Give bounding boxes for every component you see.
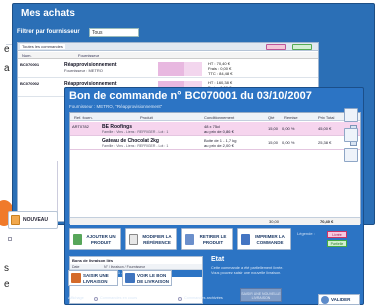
achats-window-title: Mes achats: [21, 8, 75, 19]
legend-green-mini: [292, 44, 312, 50]
page-fragment-letter: a: [4, 63, 10, 74]
order-lines-table: Ref. fourn. Produit Conditionnement Qté …: [69, 112, 361, 225]
delivery-notes-title: Bons de livraison liés: [72, 258, 114, 263]
col-supplier: Fournisseur: [78, 53, 100, 58]
order-amounts: HT : 70,40 € Frais : 0,00 € TTC : 84,48 …: [208, 61, 233, 76]
status-line: Cette commande a été partiellement livré…: [211, 266, 284, 270]
order-line-row[interactable]: ART0782 BE Roofings Famille : Vins - Lie…: [70, 122, 360, 136]
remove-product-button[interactable]: RETIRER LE PRODUIT: [181, 228, 233, 250]
legend-label: Légende :: [297, 231, 315, 236]
edit-reference-button[interactable]: MODIFIER LA RÉFÉRENCE: [125, 228, 177, 250]
validate-button[interactable]: VALIDER: [318, 294, 360, 305]
enter-delivery-button[interactable]: SAISIR UNE LIVRAISON: [68, 270, 118, 286]
radio-archived-orders-label: Commandes archivées: [184, 296, 223, 300]
order-lines-header: Ref. fourn. Produit Conditionnement Qté …: [70, 113, 360, 121]
tab-all-orders[interactable]: Toutes les commandes: [20, 44, 65, 49]
delivery-truck-icon: [71, 273, 81, 283]
display-filter-label: Affichage: [68, 296, 84, 300]
side-tool-icon[interactable]: [344, 128, 358, 142]
page-fragment-letter: e: [4, 279, 10, 290]
filter-checkbox[interactable]: [8, 237, 12, 241]
line-qte: 15,00: [268, 126, 279, 131]
purchase-order-title: Bon de commande n° BC070001 du 03/10/200…: [69, 90, 312, 102]
line-cond: Boite de 1 - 1,7 kg au prix de 2,00 €: [204, 138, 237, 148]
line-total: 25,38 €: [318, 140, 332, 145]
line-remise: 0,00 %: [282, 126, 295, 131]
print-order-button[interactable]: IMPRIMER LA COMMANDE: [237, 228, 291, 250]
order-supplier-sub: Fournisseur : METRO: [64, 68, 103, 73]
line-total: 45,00 €: [318, 126, 332, 131]
col-total: Prix Total: [318, 115, 335, 120]
view-delivery-button[interactable]: VOIR LE BON DE LIVRAISON: [122, 270, 172, 286]
supplier-filter-label: Filtrer par fournisseur: [17, 29, 80, 35]
validate-icon: [321, 296, 329, 304]
line-remise: 0,00 %: [282, 140, 295, 145]
supplier-filter-select[interactable]: Tous: [89, 28, 139, 37]
col-ref: Ref. fourn.: [74, 115, 93, 120]
legend-partial-badge: Partielle: [327, 240, 347, 247]
order-status-cell: [184, 62, 202, 76]
order-line-row[interactable]: Gateau de Chocolat 2kg Famille : Vins - …: [70, 136, 360, 150]
view-document-icon: [125, 273, 135, 283]
col-remise: Remise: [284, 115, 298, 120]
order-num: BC070002: [20, 81, 40, 86]
line-product-sub: Famille : Vins - Liens : REFRIGER - Lot …: [102, 130, 169, 134]
side-tool-icon[interactable]: [344, 148, 358, 162]
new-document-icon: [11, 215, 20, 225]
radio-archived-orders[interactable]: [178, 297, 182, 301]
add-product-button[interactable]: AJOUTER UN PRODUIT: [69, 228, 121, 250]
line-cond: 48 x 75cl au prix de 0,86 €: [204, 124, 234, 134]
side-arrow-icon[interactable]: [344, 108, 358, 122]
order-row[interactable]: BC070001 Réapprovisionnement Fournisseur…: [18, 60, 318, 78]
col-qte: Qté: [268, 115, 275, 120]
new-order-button[interactable]: NOUVEAU: [8, 211, 58, 229]
orders-tabs: Toutes les commandes: [18, 43, 318, 51]
radio-current-orders-label: Commandes en cours: [100, 296, 138, 300]
edit-icon: [129, 234, 138, 245]
line-product-sub: Famille : Vins - Liens : REFRIGER - Lot …: [102, 144, 169, 148]
order-num: BC070001: [20, 62, 40, 67]
orders-table-header: Num. Fournisseur: [18, 52, 318, 59]
col-cond: Conditionnement: [204, 115, 235, 120]
order-status-cell: [158, 62, 184, 76]
page-fragment-letter: s: [4, 263, 9, 274]
new-delivery-button[interactable]: SAISIR UNE NOUVELLE LIVRAISON: [240, 288, 282, 302]
line-qte: 15,00: [268, 140, 279, 145]
order-action-bar: AJOUTER UN PRODUIT MODIFIER LA RÉFÉRENCE…: [69, 228, 291, 252]
add-icon: [73, 234, 82, 245]
col-num: Num.: [22, 53, 32, 58]
purchase-order-subtitle: Fournisseur : METRO, "Réapprovisionnemen…: [69, 104, 163, 109]
print-icon: [241, 234, 250, 245]
status-title: Etat: [211, 256, 225, 263]
line-ref: ART0782: [72, 124, 89, 129]
legend-delivered-badge: Livrée: [327, 231, 347, 238]
total-qte: 30,00: [269, 219, 280, 224]
remove-icon: [185, 234, 194, 245]
total-price: 70,40 €: [320, 219, 334, 224]
col-product: Produit: [140, 115, 153, 120]
legend-pink-mini: [266, 44, 286, 50]
order-total-bar: 30,00 70,40 €: [70, 217, 360, 225]
page-fragment-letter: e: [4, 44, 10, 55]
radio-current-orders[interactable]: [94, 297, 98, 301]
status-line: Vous pouvez saisir une nouvelle livraiso…: [211, 271, 282, 275]
